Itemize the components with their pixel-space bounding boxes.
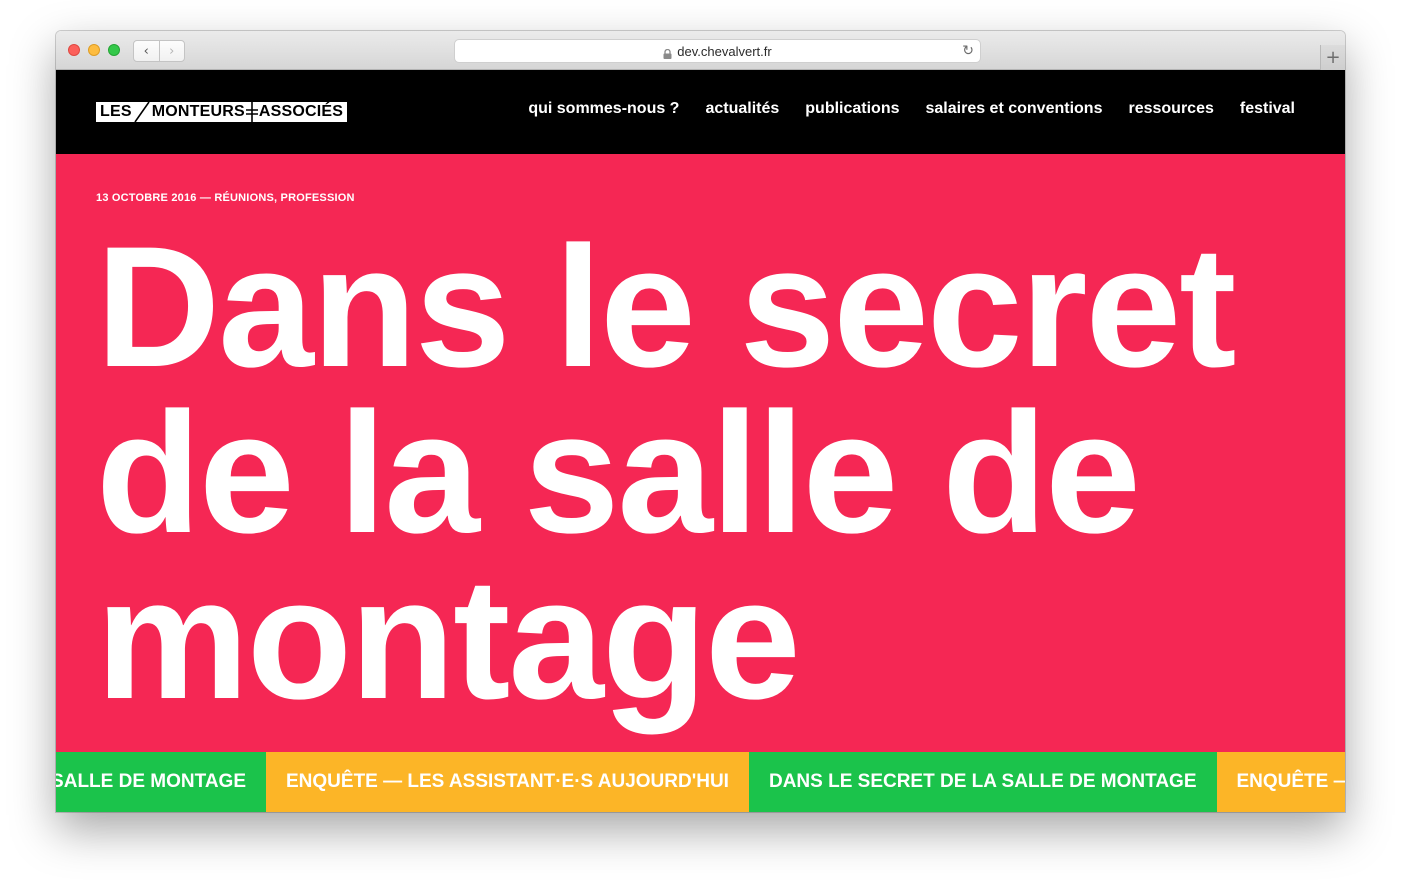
back-button[interactable]: ‹ — [134, 41, 160, 61]
plus-icon: + — [1325, 47, 1341, 68]
lock-icon — [663, 47, 672, 59]
main-nav: qui sommes-nous ? actualités publication… — [528, 100, 1295, 118]
nav-item-festival[interactable]: festival — [1240, 100, 1295, 118]
browser-toolbar: ‹ › dev.chevalvert.fr ↻ + — [56, 31, 1345, 70]
article-date: 13 OCTOBRE 2016 — [96, 192, 197, 204]
site-logo[interactable]: LES MONTEURS ASSOCIÉS — [96, 101, 348, 123]
nav-item-actualites[interactable]: actualités — [705, 100, 779, 118]
category-link-profession[interactable]: PROFESSION — [281, 192, 355, 204]
history-nav: ‹ › — [133, 40, 185, 62]
logo-text-les: LES — [100, 103, 132, 120]
new-tab-button[interactable]: + — [1320, 45, 1345, 70]
article-title: Dans le secret de la salle de montage — [96, 211, 1296, 735]
logo-equals-icon — [245, 102, 259, 122]
logo-text-associes: ASSOCIÉS — [258, 103, 344, 120]
close-window-button[interactable] — [68, 44, 80, 56]
ticker-item[interactable]: DANS LE SECRET DE LA SALLE DE MONTAGE — [748, 752, 1217, 812]
browser-window: ‹ › dev.chevalvert.fr ↻ + LES MONTEURS A… — [56, 31, 1345, 812]
article-hero: 13 OCTOBRE 2016 — RÉUNIONS, PROFESSION D… — [56, 154, 1345, 752]
nav-item-ressources[interactable]: ressources — [1128, 100, 1213, 118]
article-meta: 13 OCTOBRE 2016 — RÉUNIONS, PROFESSION — [96, 192, 355, 204]
nav-item-qui-sommes-nous[interactable]: qui sommes-nous ? — [528, 100, 679, 118]
category-link-reunions[interactable]: RÉUNIONS — [214, 192, 274, 204]
site-header: LES MONTEURS ASSOCIÉS qui sommes-nous ? … — [56, 70, 1345, 154]
article-ticker: DANS LE SECRET DE LA SALLE DE MONTAGE EN… — [56, 752, 1345, 812]
logo-text-monteurs: MONTEURS — [151, 103, 245, 120]
ticker-item[interactable]: ENQUÊTE — LES ASSISTANT·E·S AUJOURD'HUI — [266, 752, 749, 812]
minimize-window-button[interactable] — [88, 44, 100, 56]
zoom-window-button[interactable] — [108, 44, 120, 56]
logo-slash-icon — [132, 101, 152, 123]
ticker-item[interactable]: DANS LE SECRET DE LA SALLE DE MONTAGE — [56, 752, 266, 812]
ticker-item[interactable]: ENQUÊTE — LES ASSISTANT·E·S AUJOURD'HUI — [1216, 752, 1345, 812]
forward-button[interactable]: › — [160, 41, 185, 61]
title-line: Dans le secret — [96, 211, 1236, 403]
address-bar[interactable]: dev.chevalvert.fr ↻ — [454, 39, 981, 63]
title-line: montage — [96, 543, 801, 735]
meta-separator: — — [196, 192, 215, 204]
title-line: de la salle de — [96, 377, 1141, 569]
nav-item-publications[interactable]: publications — [805, 100, 899, 118]
url-text: dev.chevalvert.fr — [677, 43, 772, 59]
reload-icon[interactable]: ↻ — [962, 43, 974, 59]
nav-item-salaires-et-conventions[interactable]: salaires et conventions — [926, 100, 1103, 118]
ticker-track: DANS LE SECRET DE LA SALLE DE MONTAGE EN… — [56, 752, 1345, 812]
